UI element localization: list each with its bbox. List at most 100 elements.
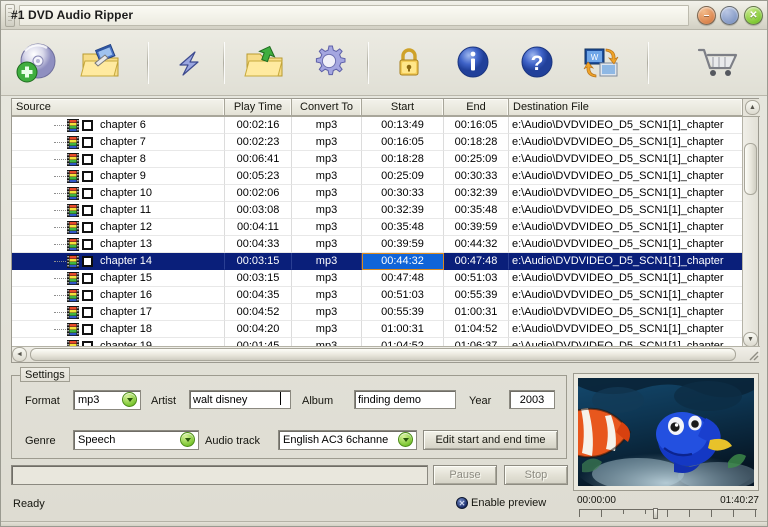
resize-grip[interactable] <box>746 348 759 361</box>
cell-source: chapter 14 <box>12 253 225 270</box>
cell-destination: e:\Audio\DVDVIDEO_D5_SCN1[1]_chapter <box>509 219 743 236</box>
source-label: chapter 17 <box>100 306 152 318</box>
svg-text:?: ? <box>531 52 544 75</box>
table-row[interactable]: chapter 16 00:04:35 mp3 00:51:03 00:55:39 e:\… <box>12 287 743 304</box>
audio-track-dropdown-arrow[interactable] <box>398 432 413 447</box>
settings-button[interactable] <box>301 37 357 89</box>
open-folder-button[interactable] <box>237 37 293 89</box>
lightning-bolt-icon <box>166 41 212 85</box>
add-dvd-button[interactable] <box>9 37 65 89</box>
horizontal-scrollbar-thumb[interactable] <box>30 348 736 361</box>
preview-panel <box>573 373 759 491</box>
question-icon: ? <box>514 41 560 85</box>
row-checkbox[interactable] <box>82 324 93 335</box>
genre-label: Genre <box>25 435 56 447</box>
source-label: chapter 13 <box>100 238 152 250</box>
toolbar: ? W <box>1 30 767 96</box>
table-row[interactable]: chapter 9 00:05:23 mp3 00:25:09 00:30:33 e:\A… <box>12 168 743 185</box>
vertical-scrollbar-thumb[interactable] <box>744 143 757 195</box>
table-row[interactable]: chapter 18 00:04:20 mp3 01:00:31 01:04:52 e:\… <box>12 321 743 338</box>
cell-end: 00:30:33 <box>444 168 509 185</box>
about-button[interactable] <box>445 37 501 89</box>
cell-end: 00:16:05 <box>444 117 509 134</box>
slider-knob[interactable] <box>653 508 658 519</box>
row-checkbox[interactable] <box>82 137 93 148</box>
column-header-play-time[interactable]: Play Time <box>225 99 292 116</box>
time-start-label: 00:00:00 <box>577 495 616 506</box>
table-row[interactable]: chapter 6 00:02:16 mp3 00:13:49 00:16:05 e:\A… <box>12 117 743 134</box>
row-checkbox[interactable] <box>82 120 93 131</box>
cell-convert-to: mp3 <box>292 202 362 219</box>
row-checkbox[interactable] <box>82 171 93 182</box>
row-checkbox[interactable] <box>82 256 93 267</box>
help-button[interactable]: ? <box>509 37 565 89</box>
table-row[interactable]: chapter 12 00:04:11 mp3 00:35:48 00:39:59 e:\… <box>12 219 743 236</box>
time-slider[interactable]: 00:00:00 01:40:27 <box>577 495 759 521</box>
add-file-button[interactable] <box>73 37 129 89</box>
column-header-destination[interactable]: Destination File <box>509 99 743 116</box>
cell-play-time: 00:04:52 <box>225 304 292 321</box>
table-row[interactable]: chapter 10 00:02:06 mp3 00:30:33 00:32:39 e:\… <box>12 185 743 202</box>
audio-track-select[interactable]: English AC3 6channe <box>278 430 417 450</box>
scroll-down-button[interactable]: ▼ <box>743 332 758 347</box>
column-header-end[interactable]: End <box>444 99 509 116</box>
row-checkbox[interactable] <box>82 290 93 301</box>
column-header-convert-to[interactable]: Convert To <box>292 99 362 116</box>
film-strip-icon <box>67 119 79 132</box>
column-header-source[interactable]: Source <box>12 99 225 116</box>
genre-dropdown-arrow[interactable] <box>180 432 195 447</box>
cell-start: 00:16:05 <box>362 134 444 151</box>
row-checkbox[interactable] <box>82 188 93 199</box>
table-row[interactable]: chapter 17 00:04:52 mp3 00:55:39 01:00:31 e:\… <box>12 304 743 321</box>
scroll-up-button[interactable]: ▲ <box>745 100 760 115</box>
artist-field[interactable]: walt disney <box>189 390 291 409</box>
cell-source: chapter 7 <box>12 134 225 151</box>
pause-button[interactable]: Pause <box>433 465 497 485</box>
cell-end: 00:32:39 <box>444 185 509 202</box>
convert-button[interactable] <box>161 37 217 89</box>
year-field[interactable]: 2003 <box>509 390 555 409</box>
horizontal-scrollbar[interactable]: ◄ <box>12 346 760 362</box>
cell-source: chapter 18 <box>12 321 225 338</box>
edit-start-end-time-button[interactable]: Edit start and end time <box>423 430 558 450</box>
chapter-list[interactable]: Source Play Time Convert To Start End De… <box>11 98 760 363</box>
maximize-button[interactable] <box>720 6 739 25</box>
close-button[interactable]: ✕ <box>744 6 763 25</box>
row-checkbox[interactable] <box>82 222 93 233</box>
cell-play-time: 00:04:35 <box>225 287 292 304</box>
register-button[interactable] <box>381 37 437 89</box>
table-row[interactable]: chapter 14 00:03:15 mp3 00:44:32 00:47:48 e:\… <box>12 253 743 270</box>
video-preview[interactable] <box>578 378 754 486</box>
table-row[interactable]: chapter 13 00:04:33 mp3 00:39:59 00:44:32 e:\… <box>12 236 743 253</box>
artist-label: Artist <box>151 395 177 407</box>
cell-end: 00:44:32 <box>444 236 509 253</box>
buy-button[interactable] <box>691 37 747 89</box>
row-checkbox[interactable] <box>82 154 93 165</box>
film-strip-icon <box>67 272 79 285</box>
video-converter-button[interactable]: W <box>573 37 629 89</box>
format-dropdown-arrow[interactable] <box>122 392 137 407</box>
minimize-button[interactable]: – <box>697 6 716 25</box>
cell-destination: e:\Audio\DVDVIDEO_D5_SCN1[1]_chapter <box>509 270 743 287</box>
stop-button[interactable]: Stop <box>504 465 568 485</box>
cell-play-time: 00:04:20 <box>225 321 292 338</box>
table-row[interactable]: chapter 8 00:06:41 mp3 00:18:28 00:25:09 e:\A… <box>12 151 743 168</box>
cell-source: chapter 17 <box>12 304 225 321</box>
enable-preview-checkbox[interactable]: ✕ Enable preview <box>456 497 546 509</box>
cell-destination: e:\Audio\DVDVIDEO_D5_SCN1[1]_chapter <box>509 304 743 321</box>
folder-video-icon <box>78 41 124 85</box>
column-header-start[interactable]: Start <box>362 99 444 116</box>
row-checkbox[interactable] <box>82 239 93 250</box>
row-checkbox[interactable] <box>82 307 93 318</box>
tree-connector <box>54 176 66 177</box>
film-strip-icon <box>67 306 79 319</box>
table-row[interactable]: chapter 15 00:03:15 mp3 00:47:48 00:51:03 e:\… <box>12 270 743 287</box>
table-row[interactable]: chapter 7 00:02:23 mp3 00:16:05 00:18:28 e:\A… <box>12 134 743 151</box>
source-label: chapter 8 <box>100 153 146 165</box>
row-checkbox[interactable] <box>82 273 93 284</box>
row-checkbox[interactable] <box>82 205 93 216</box>
table-row[interactable]: chapter 11 00:03:08 mp3 00:32:39 00:35:48 e:\… <box>12 202 743 219</box>
vertical-scrollbar[interactable]: ▼ <box>742 117 758 347</box>
scroll-left-button[interactable]: ◄ <box>12 347 27 362</box>
album-field[interactable]: finding demo <box>354 390 456 409</box>
